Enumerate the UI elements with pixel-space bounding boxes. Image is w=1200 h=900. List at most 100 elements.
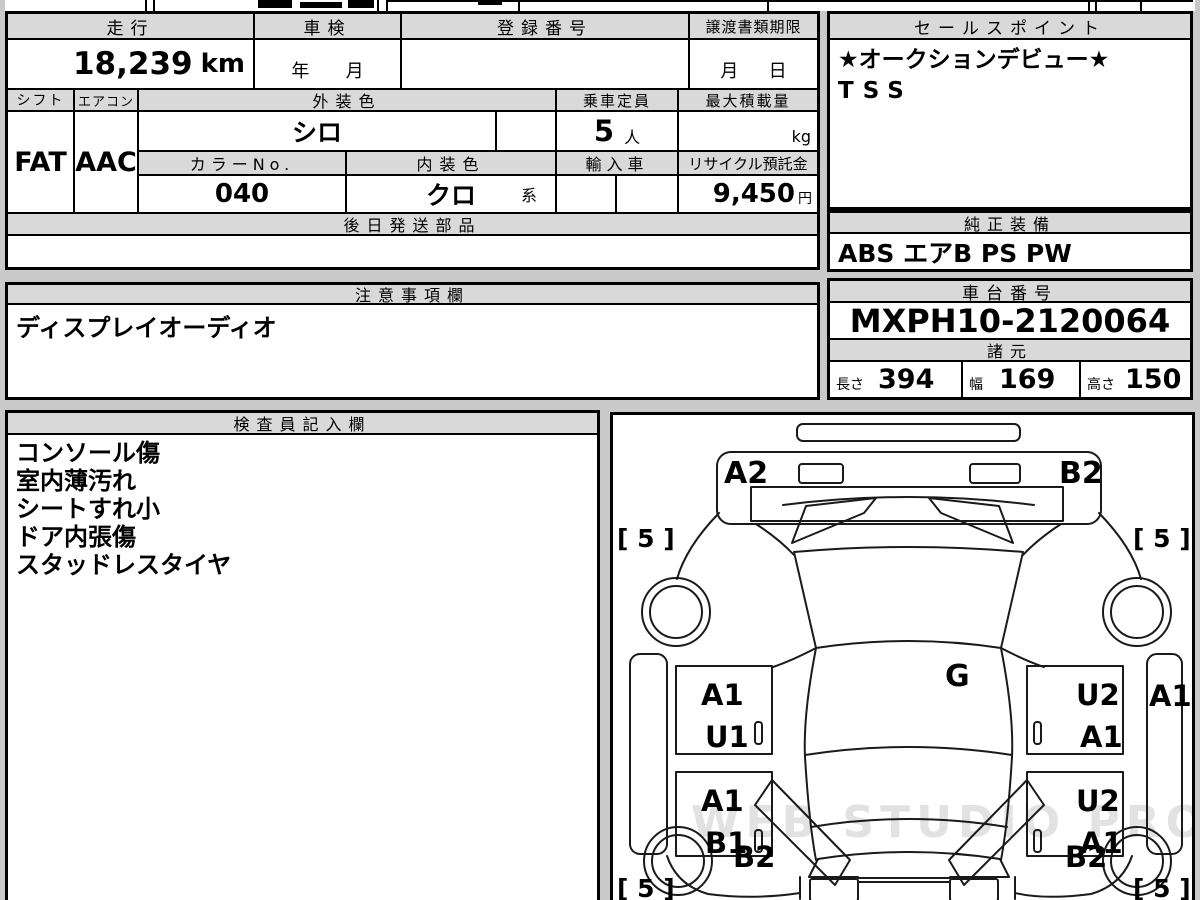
cropped-row-border — [145, 0, 147, 11]
front-lamp-right — [969, 463, 1021, 484]
shaken-value-cell: 年 月 — [253, 38, 402, 90]
header-mileage: 走行 — [5, 11, 255, 40]
label-door-fl-1: A1 — [701, 678, 744, 712]
label-door-rl-1: A1 — [701, 784, 744, 818]
cropped-row-text-fragment — [258, 0, 292, 8]
auction-sheet: 走行 車検 登録番号 譲渡書類期限 18,239 km 年 月 月 日 シフト … — [0, 0, 1200, 900]
sill-left — [629, 653, 668, 855]
cropped-row-text-fragment — [300, 2, 342, 8]
notes-line: ディスプレイオーディオ — [16, 314, 277, 342]
exterior-color-value-cell: シロ — [137, 110, 497, 152]
transfer-month-label: 月 — [720, 61, 739, 82]
spec-length-value: 394 — [878, 364, 935, 395]
roof-mid-arc — [804, 746, 1013, 756]
cropped-row-text-fragment — [348, 0, 374, 8]
label-tire-front-left: [ 5 ] — [617, 524, 675, 553]
recycle-deposit-unit: 円 — [798, 191, 812, 207]
interior-color-value: クロ — [425, 181, 476, 210]
interior-color-value-cell: クロ 系 — [345, 174, 557, 214]
genuine-equipment-value-cell: ABS エアB PS PW — [827, 232, 1193, 272]
header-aircon: エアコン — [73, 88, 139, 112]
spec-height-value: 150 — [1125, 364, 1182, 395]
label-door-rr-1: U2 — [1076, 784, 1120, 818]
tail-lamp-left — [809, 878, 859, 900]
header-shift: シフト — [5, 88, 75, 112]
inspector-line: スタッドレスタイヤ — [16, 551, 232, 579]
windshield — [793, 546, 1024, 649]
blank-cell — [615, 174, 679, 214]
interior-color-suffix: 系 — [520, 186, 537, 205]
hatch-side-right — [999, 858, 1010, 878]
header-inspector-notes: 検査員記入欄 — [5, 410, 600, 435]
chassis-number-value-cell: MXPH10-2120064 — [827, 301, 1193, 340]
header-shaken: 車検 — [253, 11, 402, 40]
capacity-value-cell: 5 人 — [555, 110, 679, 152]
sales-point-line: ★オークションデビュー★ — [838, 47, 1110, 73]
inspector-notes-cell: コンソール傷 室内薄汚れ シートすれ小 ドア内張傷 スタッドレスタイヤ — [5, 433, 600, 900]
sales-points-value-cell: ★オークションデビュー★ TSS — [827, 38, 1193, 210]
label-door-fr-2: A1 — [1080, 720, 1123, 754]
label-rear-right: B2 — [1065, 840, 1107, 874]
fender-left — [676, 512, 720, 580]
body-line-right — [1000, 647, 1045, 668]
spec-length-label: 長さ — [836, 376, 864, 393]
header-exterior-color: 外装色 — [137, 88, 557, 112]
label-front-right: B2 — [1059, 456, 1103, 491]
rear-band-sides — [799, 876, 1016, 900]
shaken-month-label: 月 — [345, 61, 364, 82]
label-roof: G — [945, 659, 970, 694]
spec-height-cell: 高さ 150 — [1079, 360, 1193, 400]
transfer-day-label: 日 — [768, 61, 787, 82]
capacity-value: 5 — [593, 114, 615, 148]
body-line-left — [772, 647, 817, 668]
inspector-line: 室内薄汚れ — [16, 467, 136, 495]
shift-value-cell: FAT — [5, 110, 75, 214]
header-max-load: 最大積載量 — [677, 88, 820, 112]
tail-lamp-right — [949, 878, 999, 900]
header-notes: 注意事項欄 — [5, 282, 820, 305]
label-tire-rear-right: [ 5 ] — [1133, 874, 1191, 900]
cropped-row-border — [153, 0, 155, 11]
label-rear-left: B2 — [733, 840, 775, 874]
label-tire-rear-left: [ 5 ] — [617, 874, 675, 900]
header-chassis-number: 車台番号 — [827, 278, 1193, 303]
a-pillar-left — [755, 523, 795, 556]
inspector-line: シートすれ小 — [16, 495, 160, 523]
header-color-no: カラーNo. — [137, 150, 347, 176]
header-recycle-deposit: リサイクル預託金 — [677, 150, 820, 176]
spec-width-value: 169 — [999, 364, 1056, 395]
wheel-front-left — [641, 577, 711, 647]
wheel-front-right-inner — [1110, 585, 1164, 639]
label-door-fr-1: U2 — [1076, 678, 1120, 712]
cropped-row-border — [386, 0, 1193, 2]
damage-diagram-box: WEB STUDIO PRO A2 B2 [5] [5] A1 U1 A… — [610, 412, 1195, 900]
recycle-deposit-value: 9,450 — [712, 179, 795, 209]
label-front-left: A2 — [724, 456, 768, 491]
recycle-deposit-value-cell: 9,450 円 — [677, 174, 820, 214]
blank-cell — [495, 110, 557, 152]
door-handle-fl — [754, 721, 763, 745]
label-tire-front-right: [ 5 ] — [1133, 524, 1191, 553]
inspector-line: ドア内張傷 — [16, 523, 136, 551]
door-handle-fr — [1033, 721, 1042, 745]
wheel-front-left-inner — [649, 585, 703, 639]
spec-length-cell: 長さ 394 — [827, 360, 963, 400]
label-side-right: A1 — [1149, 679, 1192, 713]
mileage-value-cell: 18,239 km — [5, 38, 255, 90]
max-load-value-cell: kg — [677, 110, 820, 152]
color-no-value-cell: 040 — [137, 174, 347, 214]
sales-point-line: TSS — [838, 78, 913, 104]
spec-height-label: 高さ — [1087, 376, 1115, 393]
header-later-parts: 後日発送部品 — [5, 212, 820, 236]
header-interior-color: 内装色 — [345, 150, 557, 176]
a-pillar-right — [1022, 523, 1062, 556]
notes-value-cell: ディスプレイオーディオ — [5, 303, 820, 400]
later-parts-value-cell — [5, 234, 820, 270]
cropped-row-border — [377, 0, 379, 11]
aircon-value-cell: AAC — [73, 110, 139, 214]
header-import-car: 輸入車 — [555, 150, 679, 176]
capacity-unit: 人 — [624, 128, 641, 147]
shaken-year-label: 年 — [291, 61, 310, 82]
mileage-unit: km — [200, 49, 245, 79]
header-transfer-deadline: 譲渡書類期限 — [688, 11, 820, 40]
